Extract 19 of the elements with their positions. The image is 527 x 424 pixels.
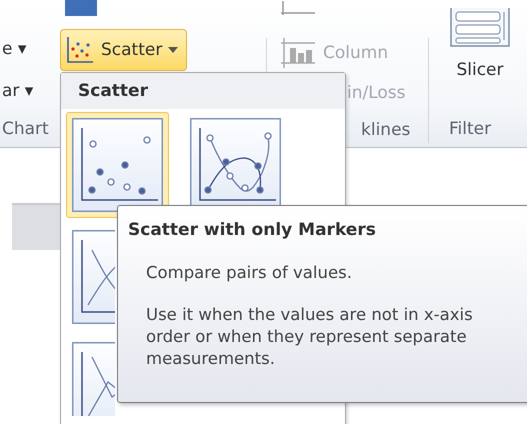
slicer-button[interactable]: Slicer bbox=[456, 60, 504, 80]
caret-icon bbox=[168, 47, 178, 53]
tooltip-title: Scatter with only Markers bbox=[128, 220, 377, 240]
group-label: Chart bbox=[2, 119, 49, 140]
chart-type-button[interactable]: e ▾ bbox=[2, 39, 26, 60]
column-sparkline-icon bbox=[281, 38, 315, 68]
scatter-button[interactable]: Scatter bbox=[60, 29, 188, 71]
scatter-thumbnail-icon bbox=[72, 230, 115, 324]
slicer-icon bbox=[450, 8, 510, 48]
menu-header: Scatter bbox=[78, 81, 148, 101]
scatter-thumbnail-icon bbox=[72, 118, 163, 212]
tooltip-text: Compare pairs of values. bbox=[146, 262, 353, 284]
scatter-thumbnail-icon bbox=[72, 342, 115, 416]
chart-type-button[interactable]: ar ▾ bbox=[2, 81, 34, 102]
group-label: Filter bbox=[449, 119, 492, 139]
tooltip-text: Use it when the values are not in x-axis order or when they represent separate measurements. bbox=[146, 304, 474, 370]
group-label: klines bbox=[361, 120, 410, 140]
chart-type-option[interactable] bbox=[66, 112, 169, 218]
scatter-chart-icon bbox=[65, 35, 95, 65]
